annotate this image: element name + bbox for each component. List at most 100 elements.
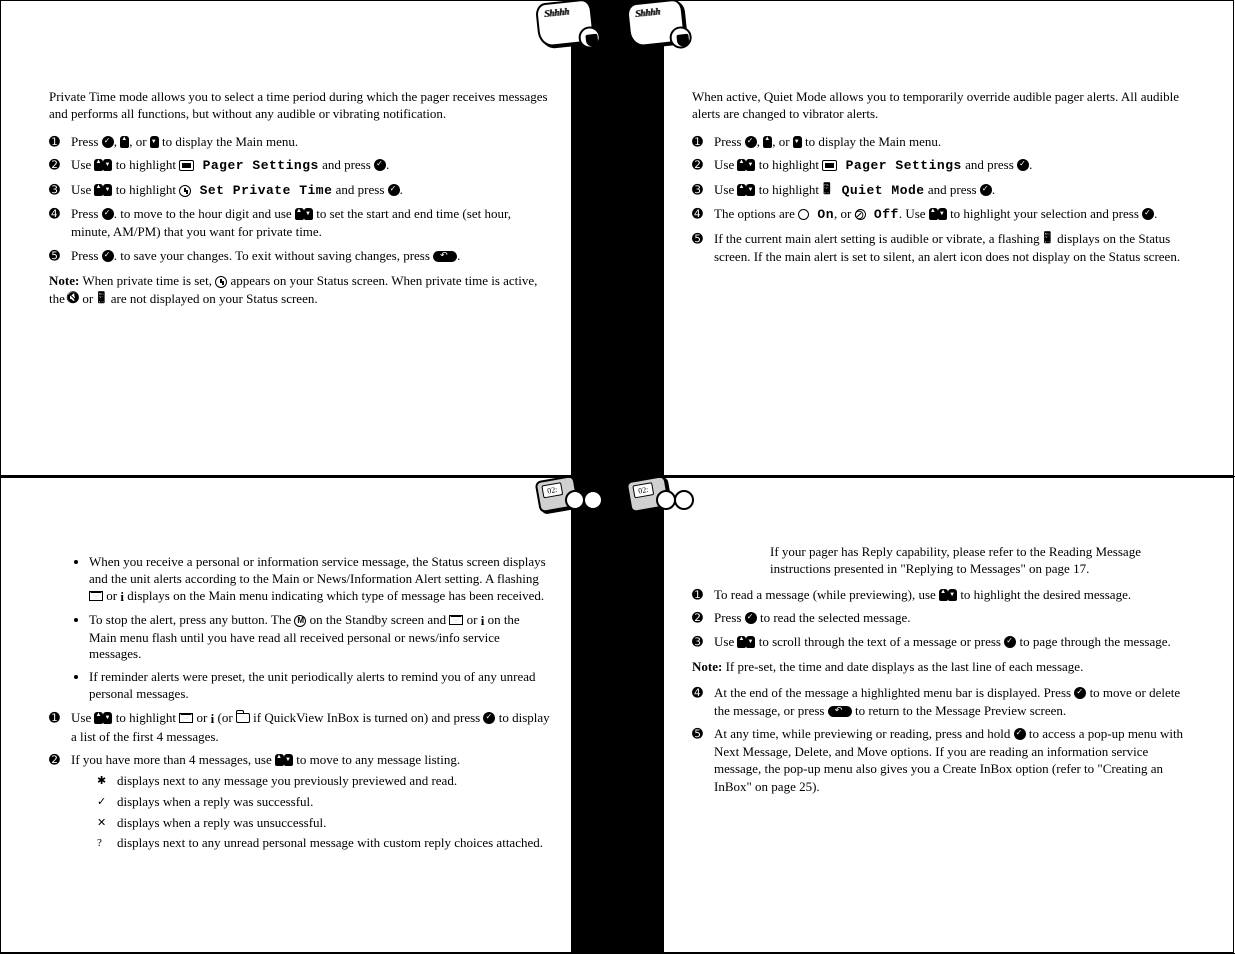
message-icon [537, 478, 601, 530]
spread-2: When you receive a personal or informati… [0, 477, 1235, 954]
step-3: ➌ Use to scroll through the text of a me… [692, 633, 1185, 651]
ok-icon [1014, 728, 1026, 740]
steps-list: ➊ Press , , or to display the Main menu.… [49, 133, 553, 264]
speaker-off-icon [68, 294, 79, 305]
shhh-icon [628, 1, 692, 53]
binding-bar [571, 1, 617, 475]
message-icon [628, 478, 692, 530]
envelope-icon [89, 591, 103, 601]
step-4: ➍ The options are On, or Off. Use to hig… [692, 205, 1185, 224]
page-receive-messages: When you receive a personal or informati… [0, 477, 617, 953]
steps-list: ➊ Use to highlight or i (or if QuickView… [49, 709, 553, 852]
ok-icon [102, 136, 114, 148]
up-icon [737, 159, 746, 171]
step-1: ➊ Press , , or to display the Main menu. [49, 133, 553, 151]
up-icon [737, 184, 746, 196]
x-icon: ✕ [97, 816, 106, 830]
info-bullets: When you receive a personal or informati… [49, 554, 553, 703]
note-text: Note: When private time is set, appears … [49, 272, 553, 307]
step-1: ➊ To read a message (while previewing), … [692, 586, 1185, 604]
step-5: ➎ If the current main alert setting is a… [692, 230, 1185, 265]
down-icon [948, 589, 957, 601]
sub-unread: ?displays next to any unread personal me… [97, 835, 553, 852]
ok-icon [102, 250, 114, 262]
ok-icon [1004, 636, 1016, 648]
back-icon [433, 251, 457, 262]
ok-icon [1142, 208, 1154, 220]
ok-icon [1074, 687, 1086, 699]
down-icon [938, 208, 947, 220]
down-icon [103, 712, 112, 724]
bullet-3: If reminder alerts were preset, the unit… [89, 669, 553, 703]
down-icon [746, 184, 755, 196]
step-4: ➍ At the end of the message a highlighte… [692, 684, 1185, 719]
binding-bar [618, 1, 664, 475]
ok-icon [1017, 159, 1029, 171]
envelope-icon [449, 615, 463, 625]
up-icon [929, 208, 938, 220]
up-icon [939, 589, 948, 601]
ok-icon [102, 208, 114, 220]
note-text: Note: If pre-set, the time and date disp… [692, 658, 1185, 676]
steps-list-2: ➍ At the end of the message a highlighte… [692, 684, 1185, 795]
steps-list: ➊ Press , , or to display the Main menu.… [692, 133, 1185, 265]
down-icon [746, 636, 755, 648]
up-icon [763, 136, 772, 148]
sub-success: ✓displays when a reply was successful. [97, 794, 553, 811]
up-icon [94, 184, 103, 196]
ok-icon [374, 159, 386, 171]
ok-icon [483, 712, 495, 724]
spread-1: Private Time mode allows you to select a… [0, 0, 1235, 477]
step-2: ➋ If you have more than 4 messages, use … [49, 751, 553, 852]
back-icon [828, 706, 852, 717]
down-icon [150, 136, 159, 148]
up-icon [94, 159, 103, 171]
up-icon [737, 636, 746, 648]
step-2: ➋ Use to highlight Pager Settings and pr… [49, 156, 553, 175]
vibrate-off-icon [822, 185, 833, 196]
read-icon: ✱ [97, 774, 106, 788]
clock-icon [215, 276, 227, 288]
m-icon [294, 615, 306, 627]
check-icon: ✓ [97, 795, 106, 809]
intro-text: Private Time mode allows you to select a… [49, 89, 553, 123]
intro-text: If your pager has Reply capability, plea… [770, 544, 1185, 578]
up-icon [275, 754, 284, 766]
step-5: ➎ Press . to save your changes. To exit … [49, 247, 553, 265]
clock-icon [179, 185, 191, 197]
step-3: ➌ Use to highlight Set Private Time and … [49, 181, 553, 200]
down-icon [793, 136, 802, 148]
step-1: ➊ Press , , or to display the Main menu. [692, 133, 1185, 151]
ok-icon [745, 612, 757, 624]
up-icon [94, 712, 103, 724]
up-icon [120, 136, 129, 148]
ok-icon [980, 184, 992, 196]
vibrate-off-icon [96, 294, 107, 305]
down-icon [746, 159, 755, 171]
vibrate-off-icon [1043, 234, 1054, 245]
down-icon [103, 159, 112, 171]
folder-icon [236, 713, 250, 723]
steps-list: ➊ To read a message (while previewing), … [692, 586, 1185, 651]
step-2: ➋ Press to read the selected message. [692, 609, 1185, 627]
down-icon [304, 208, 313, 220]
intro-text: When active, Quiet Mode allows you to te… [692, 89, 1185, 123]
step-1: ➊ Use to highlight or i (or if QuickView… [49, 709, 553, 745]
page-quiet-mode: When active, Quiet Mode allows you to te… [617, 0, 1234, 476]
envelope-icon [179, 713, 193, 723]
binding-bar [618, 478, 664, 952]
sub-read: ✱displays next to any message you previo… [97, 773, 553, 790]
question-icon: ? [97, 836, 102, 850]
circle-off-icon [855, 209, 866, 220]
circle-icon [798, 209, 809, 220]
screen-icon [822, 160, 837, 171]
step-4: ➍ Press . to move to the hour digit and … [49, 205, 553, 240]
page-read-messages: If your pager has Reply capability, plea… [617, 477, 1234, 953]
bullet-2: To stop the alert, press any button. The… [89, 612, 553, 664]
ok-icon [388, 184, 400, 196]
down-icon [103, 184, 112, 196]
up-icon [295, 208, 304, 220]
step-5: ➎ At any time, while previewing or readi… [692, 725, 1185, 795]
bullet-1: When you receive a personal or informati… [89, 554, 553, 606]
page-private-time: Private Time mode allows you to select a… [0, 0, 617, 476]
